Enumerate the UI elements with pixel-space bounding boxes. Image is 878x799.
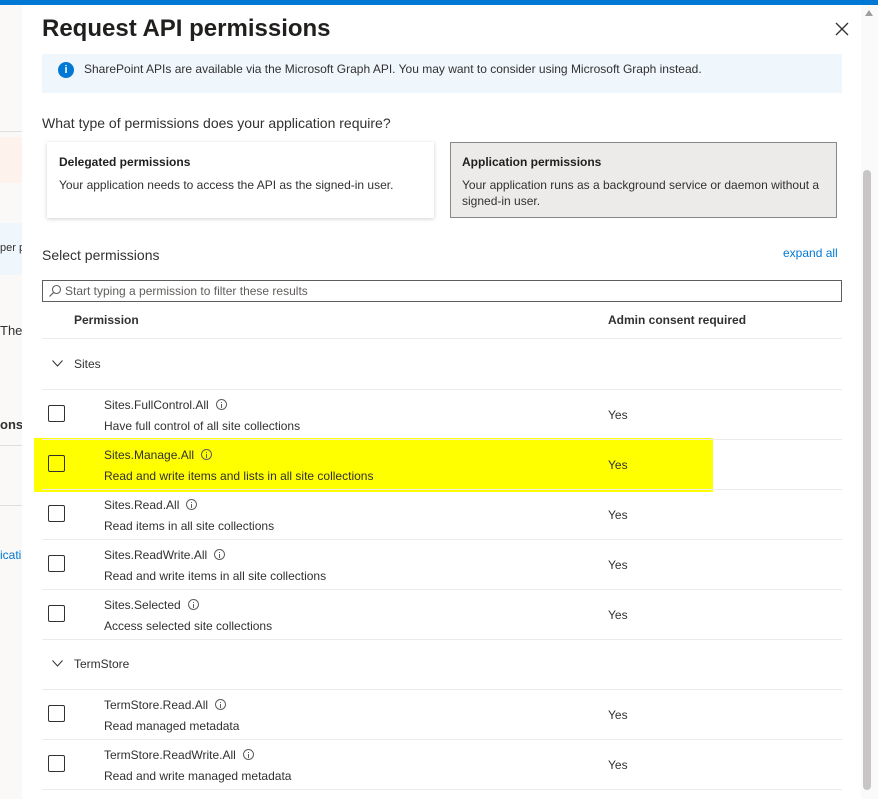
permission-row: Sites.Read.All Read items in all site co…: [42, 489, 842, 540]
info-icon[interactable]: [201, 449, 213, 460]
permission-checkbox[interactable]: [48, 705, 65, 722]
permission-name-cell: Sites.FullControl.All: [104, 398, 227, 412]
group-header-sites[interactable]: Sites: [42, 339, 842, 390]
admin-consent-value: Yes: [608, 708, 628, 722]
request-api-permissions-panel: Request API permissions i SharePoint API…: [22, 5, 878, 799]
card-description: Your application runs as a background se…: [462, 178, 820, 208]
close-icon[interactable]: [830, 17, 854, 41]
info-icon[interactable]: [214, 549, 226, 560]
divider: [0, 445, 22, 446]
permission-name-cell: Sites.ReadWrite.All: [104, 548, 226, 562]
permission-name-cell: Sites.Selected: [104, 598, 199, 612]
admin-consent-value: Yes: [608, 508, 628, 522]
page-title: Request API permissions: [42, 15, 331, 42]
info-icon[interactable]: [242, 749, 254, 760]
info-message-bar: i SharePoint APIs are available via the …: [42, 54, 842, 93]
permission-name: Sites.Read.All: [104, 498, 180, 512]
background-heading: onse: [0, 417, 22, 432]
permission-description: Access selected site collections: [104, 619, 273, 633]
info-icon: i: [58, 62, 74, 78]
delegated-permissions-card[interactable]: Delegated permissions Your application n…: [47, 142, 434, 218]
card-description: Your application needs to access the API…: [59, 178, 394, 192]
permission-description: Read and write items and lists in all si…: [104, 469, 374, 483]
permission-checkbox[interactable]: [48, 605, 65, 622]
card-title: Delegated permissions: [59, 155, 191, 169]
permission-name: Sites.ReadWrite.All: [104, 548, 208, 562]
permission-name: Sites.Selected: [104, 598, 181, 612]
permission-name: Sites.Manage.All: [104, 448, 195, 462]
divider: [0, 131, 22, 132]
permission-name-cell: TermStore.ReadWrite.All: [104, 748, 254, 762]
permission-checkbox[interactable]: [48, 755, 65, 772]
permission-name-cell: Sites.Read.All: [104, 498, 198, 512]
permission-row: Sites.Manage.All Read and write items an…: [42, 439, 842, 490]
scrollbar-thumb[interactable]: [863, 170, 871, 790]
card-title: Application permissions: [462, 155, 602, 169]
admin-consent-value: Yes: [608, 758, 628, 772]
admin-consent-value: Yes: [608, 458, 628, 472]
permission-checkbox[interactable]: [48, 405, 65, 422]
permission-row: Sites.FullControl.All Have full control …: [42, 389, 842, 440]
group-label: Sites: [74, 357, 101, 371]
group-header-termstore[interactable]: TermStore: [42, 639, 842, 690]
background-warning-banner: [0, 137, 22, 183]
chevron-down-icon: [52, 660, 63, 667]
permission-search-box: [42, 280, 842, 302]
group-label: TermStore: [74, 657, 130, 671]
scroll-up-arrow-icon[interactable]: [865, 10, 873, 16]
permission-checkbox[interactable]: [48, 505, 65, 522]
info-icon[interactable]: [187, 599, 199, 610]
divider: [0, 505, 22, 506]
info-icon[interactable]: [215, 699, 227, 710]
admin-consent-value: Yes: [608, 408, 628, 422]
search-icon: [49, 284, 62, 297]
permission-search-input[interactable]: [65, 281, 835, 301]
select-permissions-label: Select permissions: [42, 247, 160, 263]
background-text: The: [0, 323, 22, 338]
column-header-admin-consent[interactable]: Admin consent required: [608, 313, 746, 327]
info-icon[interactable]: [215, 399, 227, 410]
admin-consent-value: Yes: [608, 558, 628, 572]
info-icon[interactable]: [186, 499, 198, 510]
permission-type-question: What type of permissions does your appli…: [42, 115, 391, 131]
permission-name: TermStore.ReadWrite.All: [104, 748, 236, 762]
chevron-down-icon: [52, 360, 63, 367]
permission-row: TermStore.Read.All Read managed metadata…: [42, 689, 842, 740]
permission-name: TermStore.Read.All: [104, 698, 209, 712]
admin-consent-value: Yes: [608, 608, 628, 622]
permission-description: Have full control of all site collection…: [104, 419, 301, 433]
permission-row: Sites.Selected Access selected site coll…: [42, 589, 842, 640]
permission-row: Sites.ReadWrite.All Read and write items…: [42, 539, 842, 590]
permission-description: Read managed metadata: [104, 719, 240, 733]
column-header-permission[interactable]: Permission: [74, 313, 139, 327]
permission-name-cell: TermStore.Read.All: [104, 698, 227, 712]
permission-description: Read and write items in all site collect…: [104, 569, 327, 583]
expand-all-link[interactable]: expand all: [783, 246, 838, 260]
background-text: per p: [0, 242, 22, 254]
background-link[interactable]: icati: [0, 548, 21, 562]
info-message-text: SharePoint APIs are available via the Mi…: [84, 62, 702, 76]
permission-description: Read and write managed metadata: [104, 769, 292, 783]
permission-description: Read items in all site collections: [104, 519, 275, 533]
permission-checkbox[interactable]: [48, 455, 65, 472]
permission-checkbox[interactable]: [48, 555, 65, 572]
background-page: per p The onse icati: [0, 5, 22, 799]
permission-name-cell: Sites.Manage.All: [104, 448, 213, 462]
permission-row: TermStore.ReadWrite.All Read and write m…: [42, 739, 842, 790]
permission-name: Sites.FullControl.All: [104, 398, 209, 412]
application-permissions-card[interactable]: Application permissions Your application…: [450, 142, 837, 218]
